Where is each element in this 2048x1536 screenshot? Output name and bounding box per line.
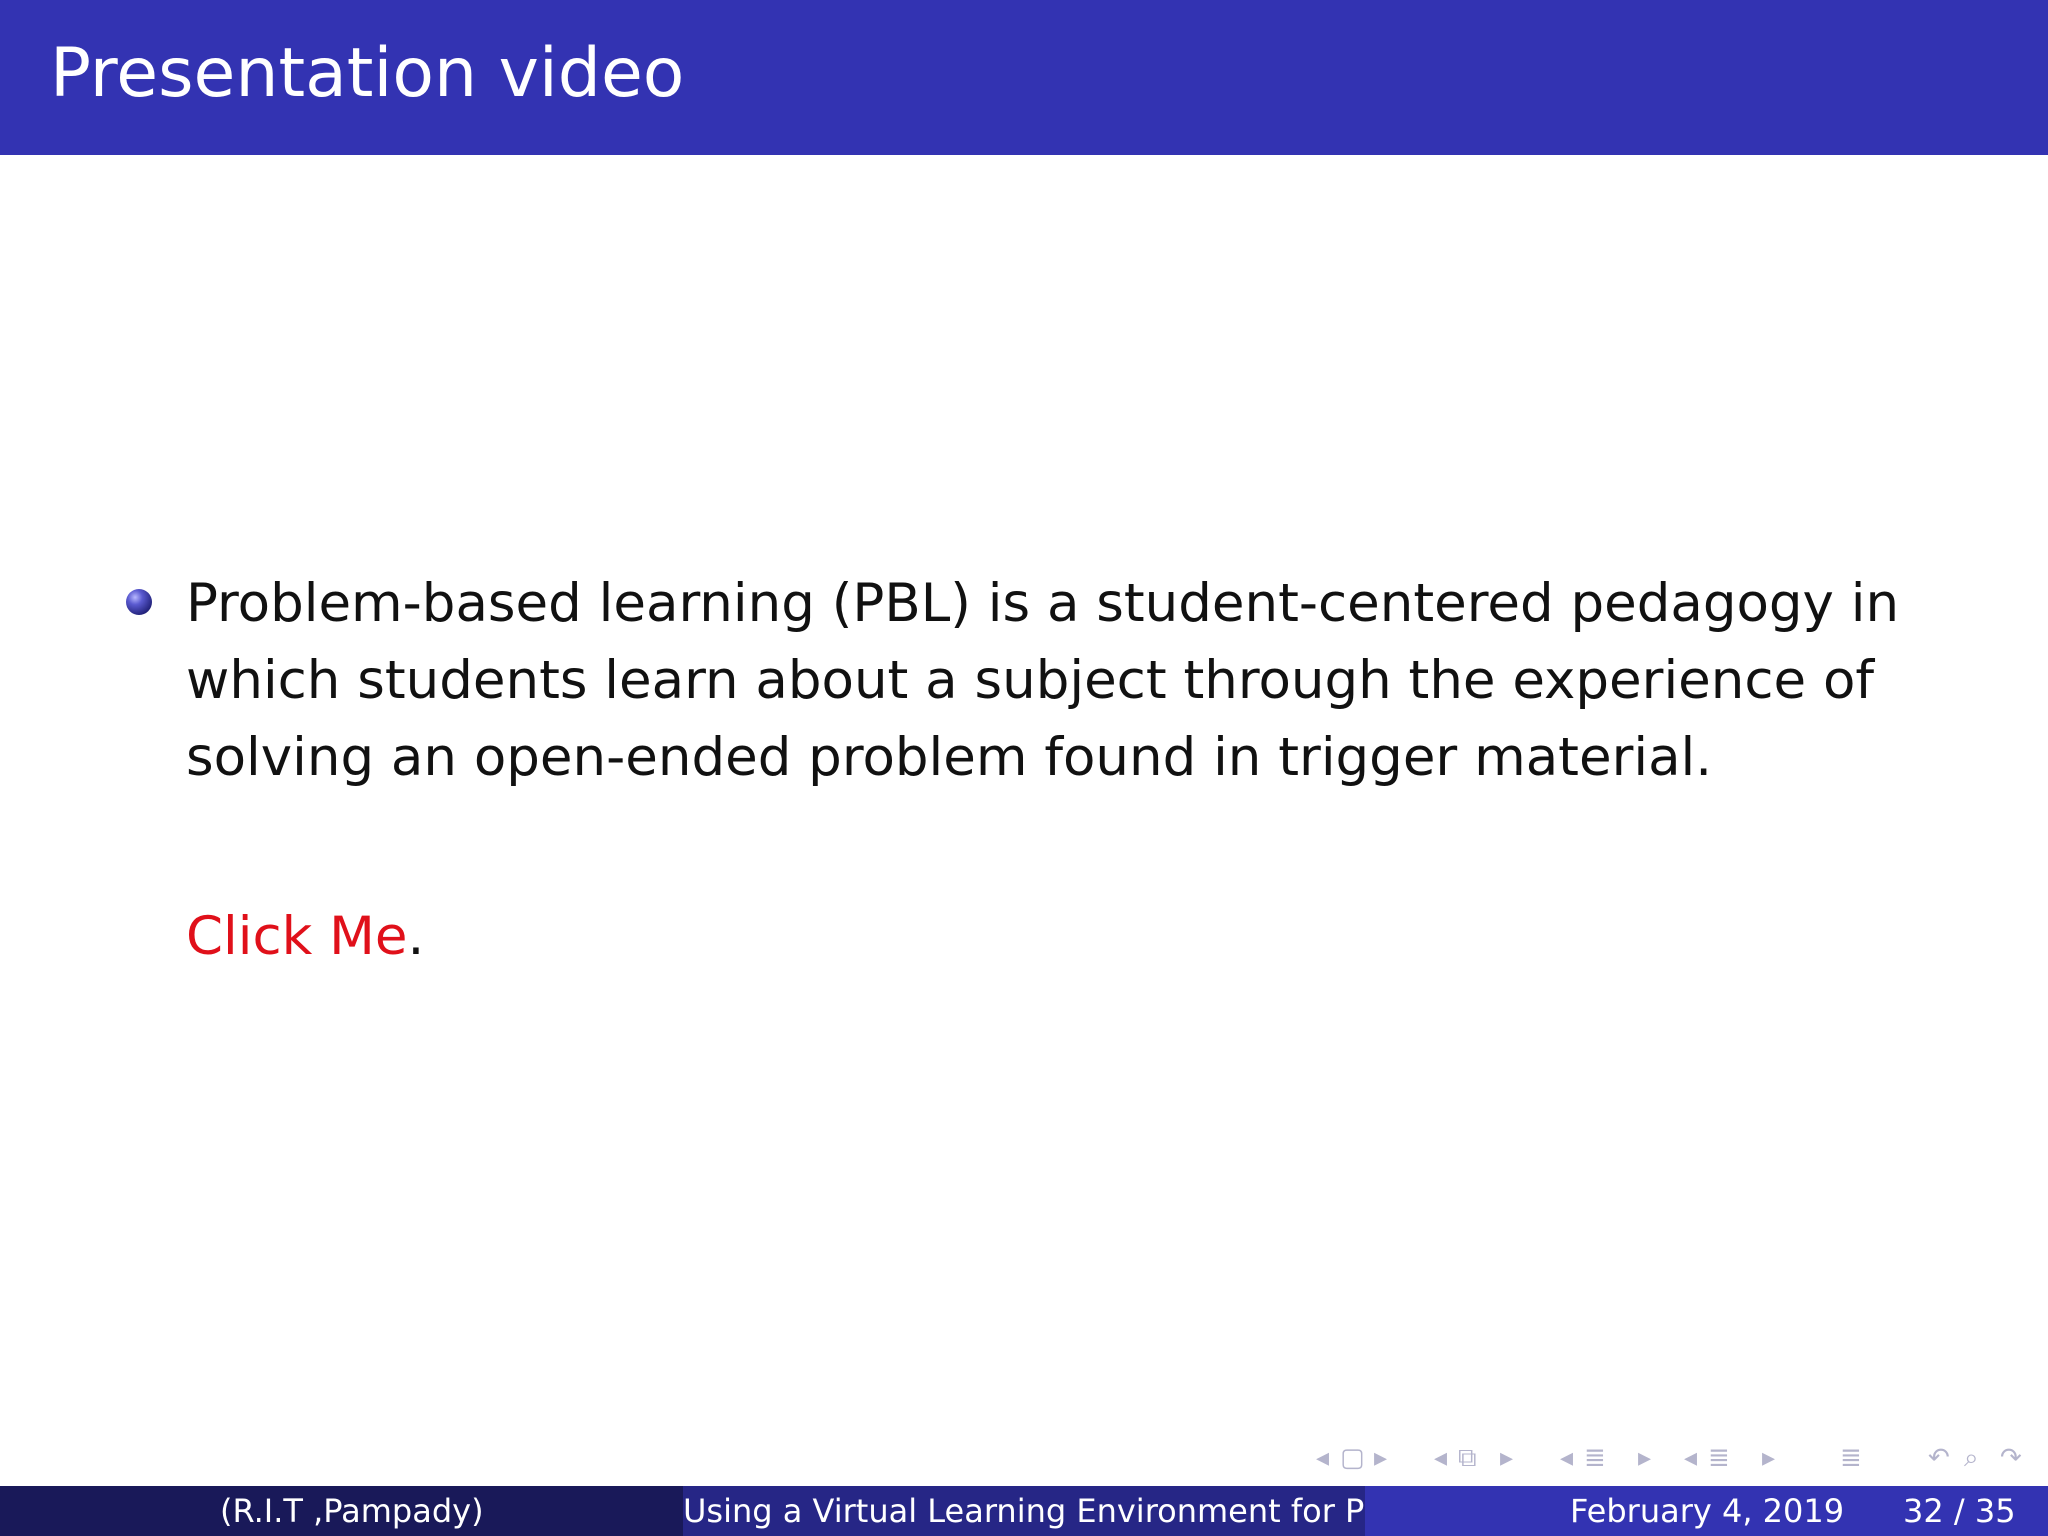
title-bar: Presentation video (0, 0, 2048, 155)
footer-institute-panel: (R.I.T ,Pampady) (0, 1486, 683, 1536)
prev-frame-arrow-icon[interactable]: ◂ (1316, 1440, 1329, 1476)
bullet-text: Problem-based learning (PBL) is a studen… (186, 573, 1900, 788)
align-icon[interactable]: ≣ (1840, 1440, 1862, 1476)
slide: Presentation video Problem-based learnin… (0, 0, 2048, 1536)
next-subsection-arrow-icon[interactable]: ▸ (1762, 1440, 1775, 1476)
redo-icon[interactable]: ↷ (2000, 1440, 2022, 1476)
slides-icon[interactable]: ⧉ (1458, 1440, 1477, 1476)
slide-title: Presentation video (50, 34, 685, 113)
footer-date: February 4, 2019 (1570, 1492, 1845, 1530)
section-icon[interactable]: ≣ (1584, 1440, 1606, 1476)
next-frame-arrow-icon[interactable]: ▸ (1374, 1440, 1387, 1476)
footer-title: Using a Virtual Learning Environment for… (683, 1492, 1365, 1530)
prev-section-arrow-icon[interactable]: ◂ (1560, 1440, 1573, 1476)
link-line: Click Me. (186, 905, 424, 969)
footer-page-number: 32 / 35 (1903, 1492, 2016, 1530)
footer: (R.I.T ,Pampady) Using a Virtual Learnin… (0, 1486, 2048, 1536)
click-me-link[interactable]: Click Me (186, 906, 407, 967)
frame-icon[interactable]: ▢ (1340, 1440, 1365, 1476)
prev-slide-arrow-icon[interactable]: ◂ (1434, 1440, 1447, 1476)
next-section-arrow-icon[interactable]: ▸ (1638, 1440, 1651, 1476)
back-icon[interactable]: ↶ (1928, 1440, 1950, 1476)
bullet-ball-icon (126, 589, 152, 615)
beamer-navigation: ◂ ▢ ▸ ◂ ⧉ ▸ ◂ ≣ ▸ ◂ ≣ ▸ ≣ ↶ ⌕ ↷ (1316, 1440, 2032, 1476)
footer-date-panel: February 4, 2019 32 / 35 (1365, 1486, 2048, 1536)
link-suffix: . (407, 906, 425, 967)
next-slide-arrow-icon[interactable]: ▸ (1500, 1440, 1513, 1476)
footer-institute: (R.I.T ,Pampady) (220, 1492, 484, 1530)
prev-subsection-arrow-icon[interactable]: ◂ (1684, 1440, 1697, 1476)
search-icon[interactable]: ⌕ (1964, 1440, 1979, 1476)
subsection-icon[interactable]: ≣ (1708, 1440, 1730, 1476)
footer-title-panel: Using a Virtual Learning Environment for… (683, 1486, 1365, 1536)
